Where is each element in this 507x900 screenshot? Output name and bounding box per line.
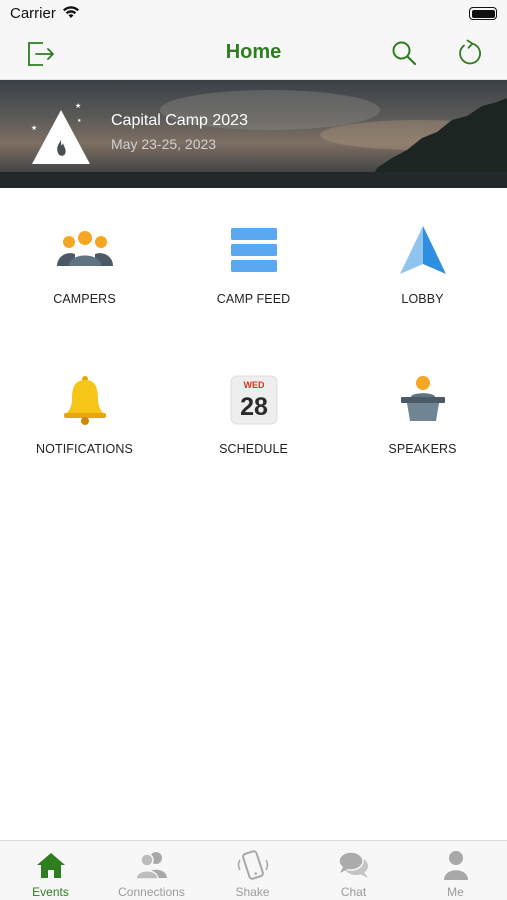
lobby-tile[interactable]: LOBBY xyxy=(338,222,507,332)
search-icon xyxy=(392,41,417,66)
event-title: Capital Camp 2023 xyxy=(111,112,248,129)
svg-text:★: ★ xyxy=(75,102,81,110)
navigation-bar: Home xyxy=(0,28,507,80)
notifications-tile[interactable]: NOTIFICATIONS xyxy=(0,372,169,482)
page-title: Home xyxy=(225,41,282,63)
campers-label: CAMPERS xyxy=(53,292,116,306)
schedule-label: SCHEDULE xyxy=(219,442,288,456)
svg-text:★: ★ xyxy=(77,118,82,124)
speakers-label: SPEAKERS xyxy=(388,442,457,456)
schedule-tile[interactable]: WED 28 SCHEDULE xyxy=(169,372,338,482)
battery-icon xyxy=(469,7,497,20)
search-button[interactable] xyxy=(387,36,421,70)
wifi-icon xyxy=(62,5,80,24)
tab-bar: Events Connections Shake Chat Me xyxy=(0,840,507,900)
refresh-button[interactable] xyxy=(452,36,486,70)
calendar-day: 28 xyxy=(240,393,268,421)
chat-icon xyxy=(337,849,370,881)
person-icon xyxy=(440,849,472,881)
tab-shake-label: Shake xyxy=(235,885,270,899)
lobby-label: LOBBY xyxy=(401,292,444,306)
event-banner[interactable]: ★ ★ ★ Capital Camp 2023 May 23-25, 2023 xyxy=(0,80,507,188)
tab-chat[interactable]: Chat xyxy=(303,841,404,900)
tab-chat-label: Chat xyxy=(340,885,367,899)
calendar-icon: WED 28 xyxy=(224,372,284,428)
camp-feed-label: CAMP FEED xyxy=(216,292,291,306)
speaker-podium-icon xyxy=(393,372,453,428)
home-icon xyxy=(35,849,67,881)
lobby-icon xyxy=(393,222,453,278)
campers-icon xyxy=(55,222,115,278)
campers-tile[interactable]: CAMPERS xyxy=(0,222,169,332)
connections-icon xyxy=(135,849,168,881)
speakers-tile[interactable]: SPEAKERS xyxy=(338,372,507,482)
tab-me[interactable]: Me xyxy=(404,841,507,900)
shake-phone-icon xyxy=(237,849,269,881)
tab-events[interactable]: Events xyxy=(0,841,101,900)
tab-me-label: Me xyxy=(447,885,464,899)
camp-feed-icon xyxy=(224,222,284,278)
tab-connections[interactable]: Connections xyxy=(101,841,202,900)
camp-feed-tile[interactable]: CAMP FEED xyxy=(169,222,338,332)
camp-logo: ★ ★ ★ xyxy=(28,100,94,171)
bell-icon xyxy=(55,372,115,428)
svg-text:★: ★ xyxy=(31,124,37,132)
tab-shake[interactable]: Shake xyxy=(202,841,303,900)
event-dates: May 23-25, 2023 xyxy=(111,136,217,152)
carrier-label: Carrier xyxy=(10,5,56,22)
tab-connections-label: Connections xyxy=(118,885,185,899)
notifications-label: NOTIFICATIONS xyxy=(36,442,133,456)
status-bar: Carrier xyxy=(0,0,507,28)
tab-events-label: Events xyxy=(32,885,69,899)
refresh-icon xyxy=(459,39,481,65)
calendar-weekday: WED xyxy=(243,380,264,390)
